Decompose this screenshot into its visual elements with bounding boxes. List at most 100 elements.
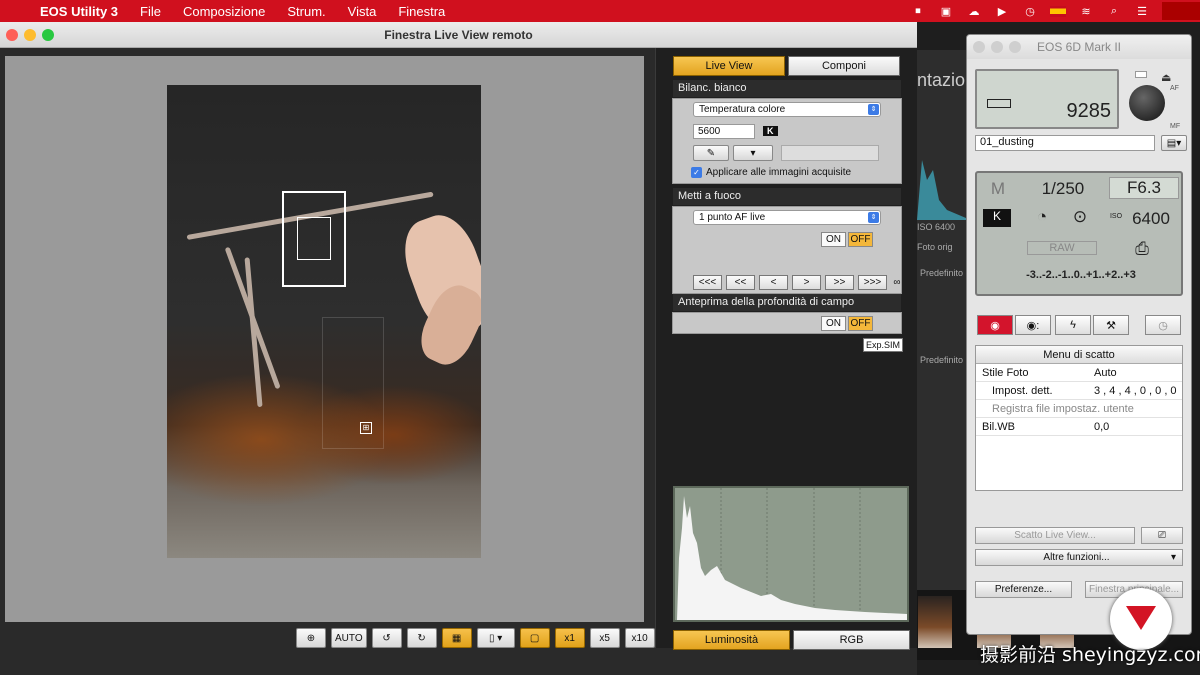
grid-icon[interactable]: ▦ [441, 628, 472, 648]
zoom-frame-inner[interactable] [297, 217, 331, 260]
background-preset-1: Predefinito [920, 268, 964, 278]
af-mode-value: 1 punto AF live [699, 212, 766, 223]
histogram-rgb-tab[interactable]: RGB [793, 630, 910, 650]
save-to-pc-icon[interactable]: ⎙ [1127, 239, 1157, 259]
menu-row[interactable]: Bil.WB 0,0 [976, 418, 1182, 436]
close-button[interactable] [973, 41, 985, 53]
app-status-icon[interactable]: ▣ [935, 3, 957, 19]
quality-raw[interactable]: RAW [1027, 241, 1097, 255]
menu-row[interactable]: Stile Foto Auto [976, 364, 1182, 382]
dof-on-button[interactable]: ON [821, 316, 846, 331]
wb-preset-dropdown[interactable]: ▾ [733, 145, 773, 161]
af-mode-select[interactable]: 1 punto AF live ⇕ [693, 210, 881, 225]
af-off-button[interactable]: OFF [848, 232, 873, 247]
window-titlebar: Finestra Live View remoto [0, 22, 917, 48]
zoom-x5-button[interactable]: x5 [589, 628, 620, 648]
creative-cloud-icon[interactable]: ☁ [963, 3, 985, 19]
background-title: ntazion [917, 70, 966, 90]
shutter-button[interactable] [1129, 85, 1165, 121]
live-view-display[interactable]: ⊞ [5, 56, 644, 622]
minimize-button[interactable] [991, 41, 1003, 53]
focus-near-small-button[interactable]: < [759, 275, 788, 290]
shooting-camera2-icon[interactable]: ◉: [1015, 315, 1051, 335]
movie-icon[interactable]: ⎚ [1141, 527, 1183, 544]
preferences-button[interactable]: Preferenze... [975, 581, 1072, 598]
live-view-image[interactable]: ⊞ [167, 85, 481, 558]
histogram-luminance-tab[interactable]: Luminosità [673, 630, 790, 650]
kelvin-input[interactable]: 5600 [693, 124, 755, 139]
focus-near-medium-button[interactable]: << [726, 275, 755, 290]
metering-icon[interactable]: ⊙ [1067, 207, 1093, 227]
folder-dropdown[interactable]: ▤▾ [1161, 135, 1187, 151]
wb-k-indicator[interactable]: K [983, 209, 1011, 227]
focus-near-large-button[interactable]: <<< [693, 275, 722, 290]
flash-icon[interactable]: ϟ [1055, 315, 1091, 335]
other-functions-dropdown[interactable]: Altre funzioni... ▾ [975, 549, 1183, 566]
menu-row-value: Auto [1094, 366, 1117, 379]
input-language-flag-icon[interactable] [1047, 3, 1069, 19]
wb-shift-field[interactable] [781, 145, 879, 161]
background-foto: Foto orig [917, 242, 953, 252]
menu-file[interactable]: File [140, 4, 161, 19]
drive-mode-icon[interactable]: ◔ [1029, 207, 1055, 227]
aperture[interactable]: F6.3 [1109, 177, 1179, 199]
menu-vista[interactable]: Vista [348, 4, 377, 19]
shots-remaining: 9285 [1066, 100, 1112, 122]
tab-compose[interactable]: Componi [788, 56, 900, 76]
histogram-graph [677, 488, 907, 620]
eject-icon[interactable]: ⏏ [1161, 71, 1171, 84]
exposure-scale[interactable]: -3..-2..-1..0..+1..+2..+3 [985, 269, 1177, 281]
shooting-camera-icon[interactable]: ◉ [977, 315, 1013, 335]
menu-composizione[interactable]: Composizione [183, 4, 265, 19]
crosshair-icon[interactable]: ⊕ [296, 628, 326, 648]
minimize-button[interactable] [24, 29, 36, 41]
rotate-right-icon[interactable]: ↻ [406, 628, 437, 648]
window-title: Finestra Live View remoto [384, 28, 533, 42]
af-point-icon[interactable]: ⊞ [360, 422, 372, 434]
chevron-updown-icon: ⇕ [868, 212, 879, 223]
focus-far-medium-button[interactable]: >> [825, 275, 854, 290]
filmstrip-thumb[interactable] [918, 596, 952, 648]
live-view-window: Finestra Live View remoto ⊞ ⊕ AUTO ↺ ↻ ▦… [0, 22, 917, 675]
auto-button[interactable]: AUTO [331, 628, 367, 648]
tools-icon[interactable]: ⚒ [1093, 315, 1129, 335]
iso-value[interactable]: 6400 [1123, 209, 1179, 229]
wifi-icon[interactable]: ≋ [1075, 3, 1097, 19]
live-view-shoot-button[interactable]: Scatto Live View... [975, 527, 1135, 544]
focus-far-small-button[interactable]: > [792, 275, 821, 290]
menu-row[interactable]: Registra file impostaz. utente [976, 400, 1182, 418]
zoom-button[interactable] [42, 29, 54, 41]
aspect-ratio-dropdown[interactable]: ▯ ▾ [476, 628, 515, 648]
timer-icon[interactable]: ◷ [1145, 315, 1181, 335]
search-icon[interactable]: ⌕ [1103, 3, 1125, 19]
stop-record-icon[interactable]: ⏹ [907, 3, 929, 19]
apply-checkbox[interactable]: ✓ [691, 167, 702, 178]
menu-bar: EOS Utility 3 File Composizione Strum. V… [0, 0, 1200, 22]
media-play-icon[interactable]: ▶ [991, 3, 1013, 19]
menu-strum[interactable]: Strum. [287, 4, 325, 19]
wb-header: Bilanc. bianco [673, 80, 901, 97]
eyedropper-icon[interactable]: ✎ [693, 145, 729, 161]
tab-live-view[interactable]: Live View [673, 56, 785, 76]
mode-dial[interactable]: M [981, 179, 1015, 199]
dof-off-button[interactable]: OFF [848, 316, 873, 331]
menu-finestra[interactable]: Finestra [398, 4, 445, 19]
zoom-x1-button[interactable]: x1 [554, 628, 585, 648]
menu-row-value: 0,0 [1094, 420, 1110, 433]
exp-sim-badge: Exp.SIM [863, 338, 904, 352]
background-iso: ISO 6400 [917, 222, 956, 232]
clock-icon[interactable]: ◷ [1019, 3, 1041, 19]
close-button[interactable] [6, 29, 18, 41]
menu-row[interactable]: Impost. dett. 3 , 4 , 4 , 0 , 0 , 0 [976, 382, 1182, 400]
rotate-left-icon[interactable]: ↺ [371, 628, 402, 648]
af-on-button[interactable]: ON [821, 232, 846, 247]
zoom-x10-button[interactable]: x10 [624, 628, 655, 648]
filename-field[interactable]: 01_dusting [975, 135, 1155, 151]
wb-mode-select[interactable]: Temperatura colore ⇕ [693, 102, 881, 117]
frame-icon[interactable]: ▢ [519, 628, 550, 648]
shutter-speed[interactable]: 1/250 [1021, 179, 1105, 199]
menu-app-name[interactable]: EOS Utility 3 [40, 4, 118, 19]
zoom-button[interactable] [1009, 41, 1021, 53]
control-center-icon[interactable]: ☰ [1131, 3, 1153, 19]
focus-far-large-button[interactable]: >>> [858, 275, 887, 290]
